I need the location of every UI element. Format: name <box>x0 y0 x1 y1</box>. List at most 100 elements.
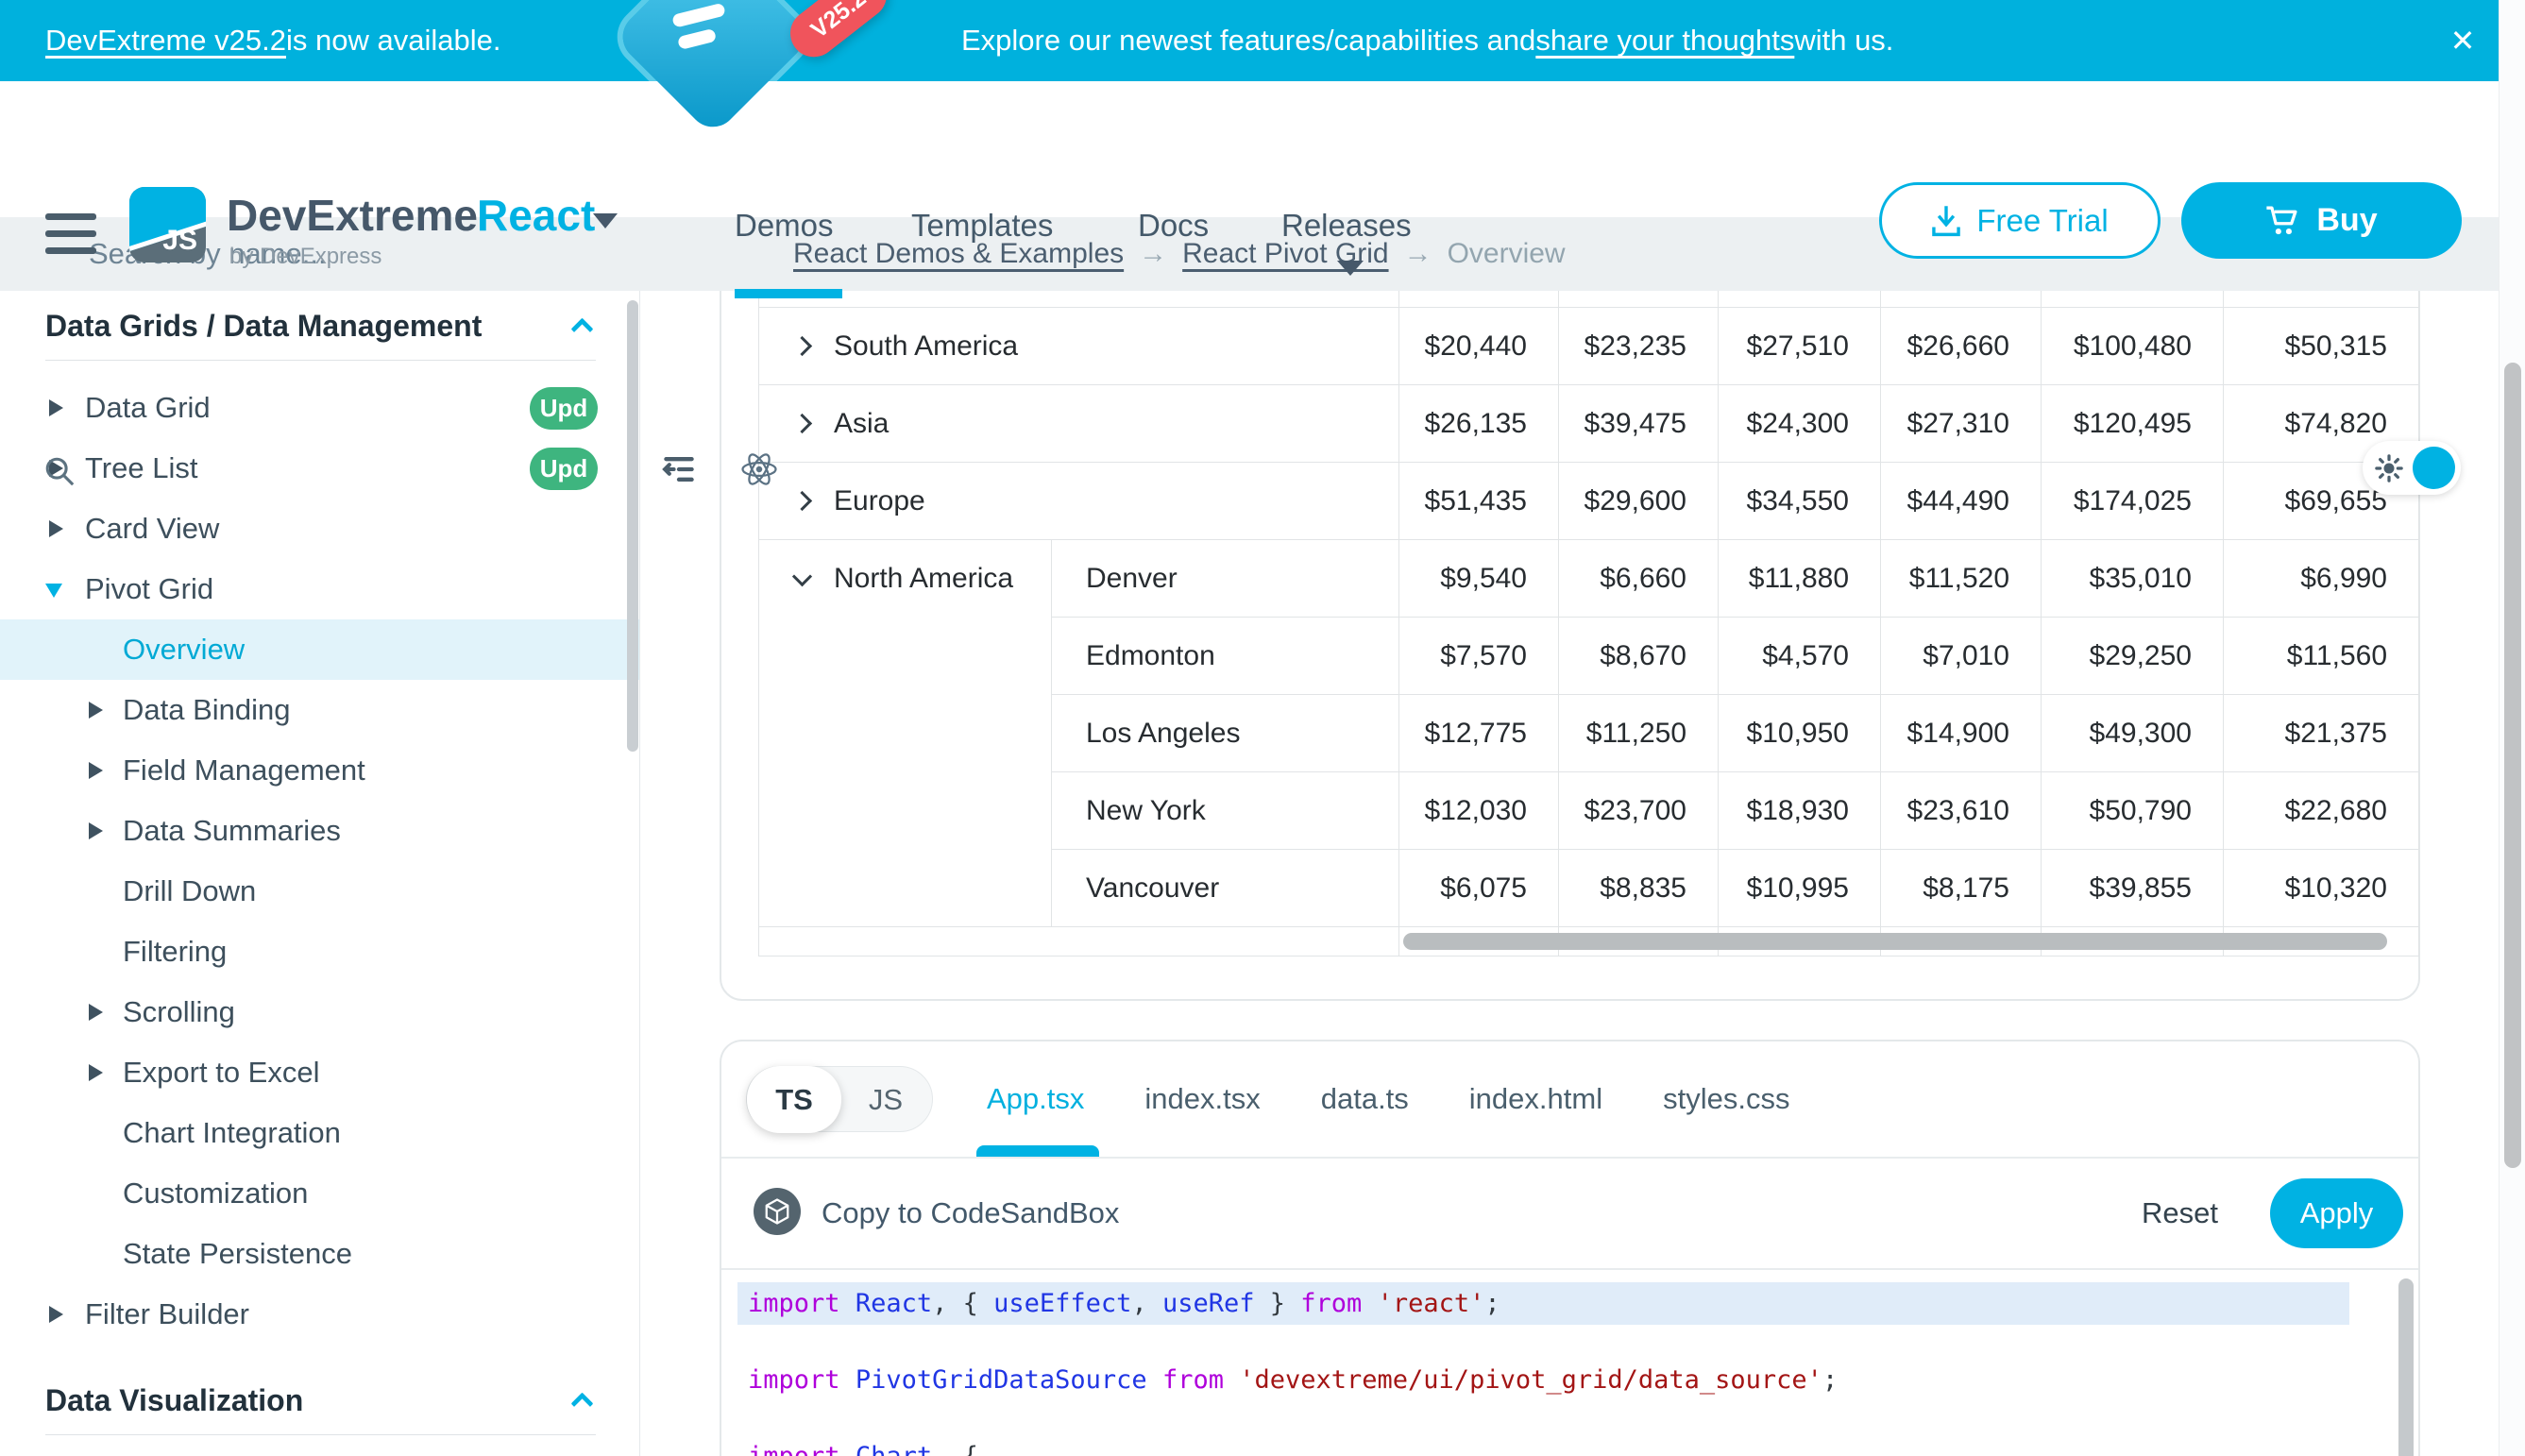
pivot-row-header-city[interactable]: Vancouver <box>1051 850 1398 927</box>
caret-right-icon[interactable] <box>49 399 63 416</box>
hamburger-menu-icon[interactable] <box>45 213 96 264</box>
theme-toggle[interactable] <box>2363 441 2461 495</box>
sidebar-item-state-persistence[interactable]: State Persistence <box>0 1224 639 1284</box>
sidebar-item-pivot-grid[interactable]: Pivot Grid <box>0 559 639 619</box>
code-scrollbar[interactable] <box>2398 1278 2414 1456</box>
collapse-chevron-icon[interactable] <box>792 567 812 586</box>
caret-right-icon[interactable] <box>89 702 103 719</box>
buy-button[interactable]: Buy <box>2181 182 2462 259</box>
sidebar-item-customization[interactable]: Customization <box>0 1163 639 1224</box>
collapse-sidebar-icon[interactable] <box>661 453 697 485</box>
pivot-value-cell: $11,250 <box>1558 695 1718 772</box>
nav-docs[interactable]: Docs <box>1138 162 1209 289</box>
pivot-value-cell: $7,570 <box>1398 618 1558 695</box>
pivot-row-header-region[interactable]: Europe <box>759 463 1398 540</box>
caret-down-icon[interactable] <box>45 584 62 598</box>
pivot-horizontal-scrollbar[interactable] <box>1403 933 2387 950</box>
js-option[interactable]: JS <box>839 1067 932 1133</box>
banner-message-rest: is now available. <box>286 24 500 58</box>
pivot-clipped-row-cell <box>1880 290 2041 308</box>
sidebar-section-data-visualization[interactable]: Data Visualization <box>0 1365 639 1435</box>
sidebar-item-label: State Persistence <box>123 1237 352 1271</box>
caret-right-icon[interactable] <box>89 1064 103 1081</box>
pivot-value-cell: $6,990 <box>2223 540 2418 618</box>
pivot-value-cell: $39,855 <box>2041 850 2223 927</box>
tab-index-html[interactable]: index.html <box>1469 1082 1602 1116</box>
releases-caret-icon[interactable] <box>1337 261 1364 276</box>
sidebar-item-label: Export to Excel <box>123 1056 319 1090</box>
caret-right-icon[interactable] <box>89 822 103 839</box>
copy-to-codesandbox-button[interactable]: Copy to CodeSandBox <box>822 1159 1119 1268</box>
pivot-clipped-row-cell <box>1718 290 1880 308</box>
caret-right-icon[interactable] <box>89 762 103 779</box>
expand-chevron-icon[interactable] <box>792 336 812 356</box>
sidebar-item-filtering[interactable]: Filtering <box>0 922 639 982</box>
sidebar-item-scrolling[interactable]: Scrolling <box>0 982 639 1042</box>
pivot-value-cell: $22,680 <box>2223 772 2418 850</box>
pivot-row-header-city[interactable]: Denver <box>1051 540 1398 618</box>
close-icon[interactable]: ✕ <box>2440 0 2485 81</box>
pivot-value-cell: $10,950 <box>1718 695 1880 772</box>
banner-version-link[interactable]: DevExtreme v25.2 <box>45 24 286 58</box>
caret-right-icon[interactable] <box>49 520 63 537</box>
pivot-value-cell: $27,510 <box>1718 308 1880 385</box>
code-line: import Chart, { <box>737 1435 2349 1456</box>
sidebar-item-data-summaries[interactable]: Data Summaries <box>0 801 639 861</box>
city-label: Denver <box>1086 563 1178 595</box>
expand-chevron-icon[interactable] <box>792 491 812 511</box>
code-token: , { <box>932 1289 993 1318</box>
pivot-row-header-city[interactable]: Edmonton <box>1051 618 1398 695</box>
pivot-row-header-region[interactable]: South America <box>759 308 1398 385</box>
sidebar-item-drill-down[interactable]: Drill Down <box>0 861 639 922</box>
pivot-clipped-row-cell <box>1558 290 1718 308</box>
tab-styles-css[interactable]: styles.css <box>1663 1082 1789 1116</box>
pivot-row-header-city[interactable]: New York <box>1051 772 1398 850</box>
active-tab-indicator <box>976 1145 1099 1157</box>
caret-right-icon[interactable] <box>89 1004 103 1021</box>
page-scrollbar-thumb[interactable] <box>2504 363 2521 1168</box>
devextreme-logo[interactable]: JS <box>129 187 206 262</box>
share-thoughts-link[interactable]: share your thoughts <box>1535 24 1794 58</box>
code-editor[interactable]: import React, { useEffect, useRef } from… <box>721 1270 2418 1456</box>
pivot-row-header-region[interactable]: Asia <box>759 385 1398 463</box>
pivot-value-cell: $6,075 <box>1398 850 1558 927</box>
pivot-scroll-strip <box>759 927 1398 956</box>
apply-button[interactable]: Apply <box>2270 1178 2403 1248</box>
ts-option[interactable]: TS <box>747 1066 841 1133</box>
sidebar-item-filter-builder[interactable]: Filter Builder <box>0 1284 639 1345</box>
codesandbox-icon[interactable] <box>754 1188 801 1235</box>
expand-chevron-icon[interactable] <box>792 414 812 433</box>
chevron-down-icon[interactable] <box>593 213 618 229</box>
caret-right-icon[interactable] <box>49 1306 63 1323</box>
tab-index-tsx[interactable]: index.tsx <box>1144 1082 1260 1116</box>
chevron-up-icon[interactable] <box>570 1392 593 1414</box>
sidebar-item-label: Drill Down <box>123 874 256 908</box>
language-toggle[interactable]: TS JS <box>746 1066 933 1132</box>
pivot-value-cell: $8,835 <box>1558 850 1718 927</box>
promo-banner: DevExtreme v25.2 is now available. V25.2… <box>0 0 2525 81</box>
sidebar-scrollbar[interactable] <box>627 300 638 752</box>
reset-button[interactable]: Reset <box>2142 1159 2218 1268</box>
sidebar-item-export-to-excel[interactable]: Export to Excel <box>0 1042 639 1103</box>
chevron-up-icon[interactable] <box>570 317 593 340</box>
tab-data-ts[interactable]: data.ts <box>1321 1082 1409 1116</box>
page-scrollbar-track[interactable] <box>2499 0 2525 1456</box>
pivot-row-header-region[interactable]: North America <box>759 540 1051 927</box>
sidebar-item-field-management[interactable]: Field Management <box>0 740 639 801</box>
sidebar-item-label: Overview <box>123 633 245 667</box>
sidebar-item-data-binding[interactable]: Data Binding <box>0 680 639 740</box>
sidebar-item-card-view[interactable]: Card View <box>0 499 639 559</box>
sidebar-item-chart-integration[interactable]: Chart Integration <box>0 1103 639 1163</box>
sidebar-item-label: Field Management <box>123 753 365 787</box>
platform-label[interactable]: React <box>477 190 595 241</box>
code-token: React <box>856 1289 932 1318</box>
sidebar-section-data-grids-data-management[interactable]: Data Grids / Data Management <box>0 291 639 361</box>
sidebar-item-overview[interactable]: Overview <box>0 619 639 680</box>
pivot-row-header-city[interactable]: Los Angeles <box>1051 695 1398 772</box>
free-trial-button[interactable]: Free Trial <box>1879 182 2161 259</box>
tab-app-tsx[interactable]: App.tsx <box>987 1082 1084 1116</box>
sidebar-item-tree-list[interactable]: Tree ListUpd <box>0 438 639 499</box>
nav-templates[interactable]: Templates <box>911 162 1053 289</box>
nav-demos[interactable]: Demos <box>735 162 834 289</box>
sidebar-item-data-grid[interactable]: Data GridUpd <box>0 378 639 438</box>
